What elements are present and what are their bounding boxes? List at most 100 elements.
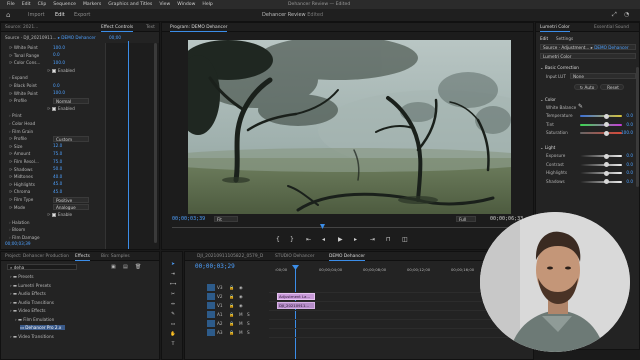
section-basic-correction[interactable]: ⌄ Basic Correction: [540, 65, 579, 70]
slip-icon[interactable]: ↔: [170, 302, 176, 308]
menu-item-clip[interactable]: Clip: [38, 2, 47, 7]
ec-row[interactable]: › Bloom: [9, 227, 25, 232]
slider-value[interactable]: 0.0: [626, 170, 633, 175]
slider-knob[interactable]: [603, 179, 609, 184]
section-light[interactable]: ⌄ Light: [540, 145, 555, 150]
tab-effect-controls[interactable]: Effect Controls: [101, 25, 134, 32]
ec-row[interactable]: ⟳ Midtones: [9, 174, 33, 179]
ec-row[interactable]: › Print: [9, 113, 22, 118]
solo-icon[interactable]: S: [247, 330, 250, 335]
ec-row[interactable]: ⟳ Color Cons...: [9, 60, 40, 65]
slider-value[interactable]: 100.0: [621, 130, 633, 135]
effects-tree-item[interactable]: › ▬ Video Effects: [10, 308, 46, 313]
lock-icon[interactable]: 🔒: [229, 285, 234, 291]
ec-row[interactable]: ⟳ Tonal Range: [9, 53, 39, 58]
slider-knob[interactable]: [603, 170, 609, 176]
slider-value[interactable]: 0.0: [626, 122, 633, 127]
program-scrub-bar[interactable]: [172, 227, 522, 228]
notifications-icon[interactable]: ◔: [624, 11, 629, 18]
slider-value[interactable]: 0.0: [626, 153, 633, 158]
auto-button[interactable]: ↻ Auto: [574, 84, 598, 90]
track-target[interactable]: [207, 293, 215, 300]
clip-dji-footage[interactable]: DJI_20210911...: [277, 302, 315, 309]
slider-knob[interactable]: [603, 113, 609, 119]
track-target[interactable]: [207, 284, 215, 291]
effects-tree-item[interactable]: › ▬ Lumetri Presets: [10, 283, 51, 288]
ec-row[interactable]: ⟳ White Point: [9, 91, 38, 96]
tab-text[interactable]: Text: [146, 25, 155, 30]
ec-row-dropdown[interactable]: Normal: [53, 97, 89, 104]
step-back-icon[interactable]: ◂: [322, 236, 325, 243]
lock-icon[interactable]: 🔒: [229, 294, 234, 300]
menu-item-markers[interactable]: Markers: [83, 2, 101, 7]
razor-icon[interactable]: ✂: [170, 292, 176, 298]
tab-program[interactable]: Program: DEMO Dehancer: [170, 25, 228, 32]
mute-icon[interactable]: M: [239, 330, 243, 335]
slider-track[interactable]: [580, 130, 622, 136]
track-select-icon[interactable]: ⇥: [170, 272, 176, 278]
menu-item-graphics-and-titles[interactable]: Graphics and Titles: [108, 2, 152, 7]
go-to-out-icon[interactable]: ⇥: [370, 236, 375, 243]
ec-row[interactable]: ⟳ Mode: [9, 205, 25, 210]
ec-row[interactable]: › Expand: [9, 75, 28, 80]
effects-tree-item[interactable]: › ▬ Video Transitions: [10, 334, 54, 339]
quality-dropdown[interactable]: Full: [456, 216, 476, 222]
program-timecode-left[interactable]: 00;00;03;39: [172, 216, 205, 222]
fullscreen-icon[interactable]: ⤢: [612, 11, 617, 19]
menu-item-window[interactable]: Window: [177, 2, 195, 7]
type-icon[interactable]: T: [170, 342, 176, 348]
ec-row-value[interactable]: 50.0: [53, 166, 62, 171]
play-icon[interactable]: ▶: [338, 236, 343, 243]
clip-adjustment-layer[interactable]: Adjustment La...: [277, 293, 315, 300]
slider-track[interactable]: [580, 153, 622, 159]
ec-scrollbar[interactable]: [154, 43, 157, 243]
mark-in-icon[interactable]: {: [276, 236, 280, 243]
ec-row-dropdown[interactable]: Custom: [53, 135, 89, 142]
mute-icon[interactable]: M: [239, 321, 243, 326]
tab-seq-dji[interactable]: DJI_20210911105822_0579_D: [197, 254, 263, 259]
effects-tree-item[interactable]: › ▬ Audio Effects: [10, 291, 46, 296]
ec-row-value[interactable]: 75.0: [53, 159, 62, 164]
home-icon[interactable]: ⌂: [6, 11, 10, 19]
menu-item-view[interactable]: View: [159, 2, 170, 7]
ec-row-value[interactable]: 75.0: [53, 151, 62, 156]
tab-seq-studio[interactable]: STUDIO Dehancer: [275, 254, 314, 259]
menu-item-edit[interactable]: Edit: [22, 2, 31, 7]
ec-row[interactable]: ⟳ Enabled: [47, 68, 75, 73]
eye-icon[interactable]: ◉: [239, 303, 243, 308]
reset-button[interactable]: Reset: [600, 84, 624, 90]
ec-row[interactable]: ⟳ Shadows: [9, 167, 33, 172]
track-target[interactable]: [207, 320, 215, 327]
eye-icon[interactable]: ◉: [239, 285, 243, 290]
export-frame-icon[interactable]: ◫: [402, 236, 408, 243]
mark-out-icon[interactable]: }: [290, 236, 294, 243]
menu-item-file[interactable]: File: [7, 2, 15, 7]
new-item-icon[interactable]: ▤: [123, 264, 128, 270]
ec-row-value[interactable]: 100.0: [53, 45, 65, 50]
menu-item-help[interactable]: Help: [202, 2, 212, 7]
selection-tool-icon[interactable]: ➤: [170, 262, 176, 268]
lock-icon[interactable]: 🔒: [229, 312, 234, 318]
effects-tree-item[interactable]: › ▬ Film Emulation: [15, 317, 54, 322]
ec-row[interactable]: ⟳ Amount: [9, 151, 30, 156]
slider-knob[interactable]: [603, 122, 609, 127]
ripple-edit-icon[interactable]: ⟷: [170, 282, 176, 288]
tab-essential-sound[interactable]: Essential Sound: [594, 25, 629, 30]
hand-icon[interactable]: ✋: [170, 332, 176, 338]
eyedropper-icon[interactable]: ✎: [578, 103, 583, 110]
lift-icon[interactable]: ⊓: [386, 236, 391, 243]
ec-row-value[interactable]: 100.0: [53, 60, 65, 65]
ec-row[interactable]: › Color Head: [9, 121, 35, 126]
lock-icon[interactable]: 🔒: [229, 330, 234, 336]
lumetri-subtab-settings[interactable]: Settings: [556, 36, 573, 41]
tab-bin-samples[interactable]: Bin: Samples: [101, 254, 130, 259]
solo-icon[interactable]: S: [247, 312, 250, 317]
ec-row[interactable]: ⟳ White Point: [9, 45, 38, 50]
mute-icon[interactable]: M: [239, 312, 243, 317]
ec-row-dropdown[interactable]: Positive: [53, 196, 89, 203]
slider-track[interactable]: [580, 179, 622, 184]
input-lut-dropdown[interactable]: None: [570, 73, 636, 79]
lumetri-subtab-edit[interactable]: Edit: [540, 36, 548, 41]
ec-row-value[interactable]: 100.0: [53, 90, 65, 95]
tab-source[interactable]: Source: 2021...: [5, 25, 38, 30]
